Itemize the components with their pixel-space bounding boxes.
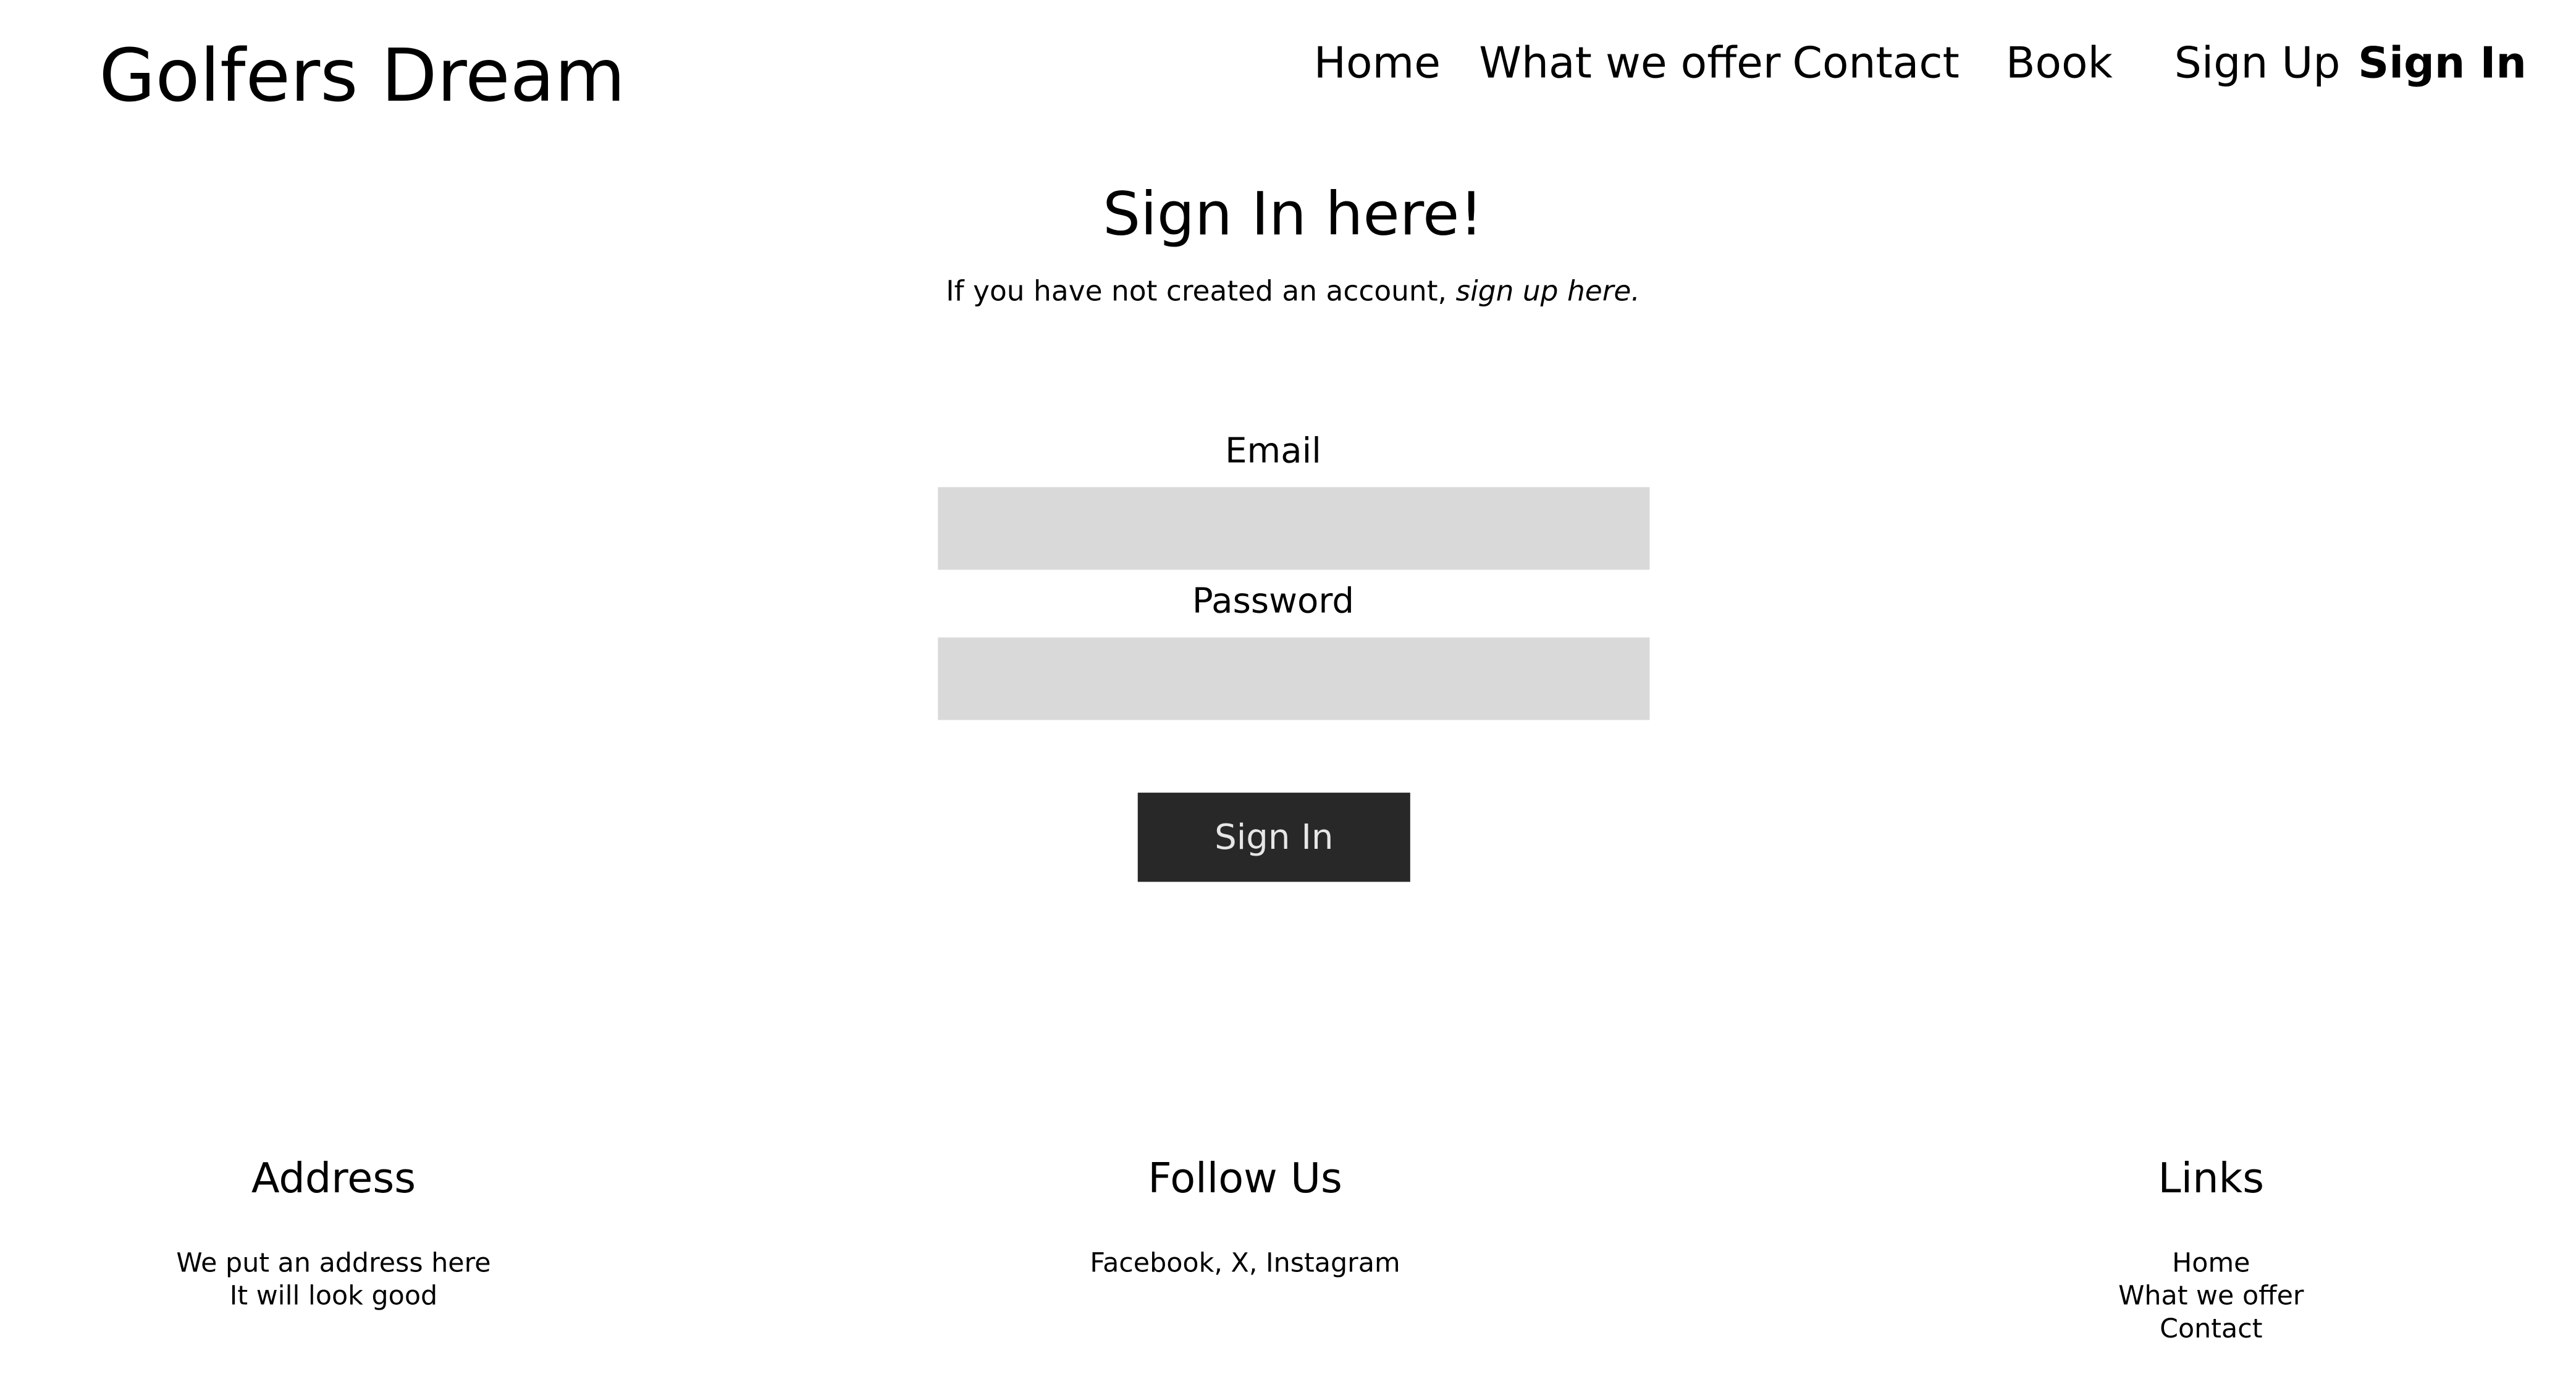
footer-link-what-we-offer[interactable]: What we offer [2118,1280,2304,1313]
footer-follow: Follow Us Facebook, X, Instagram [1090,1151,1400,1280]
nav-link-sign-in[interactable]: Sign In [2358,36,2527,93]
page: Golfers Dream Home What we offer Contact… [0,0,2576,1387]
footer-address: Address We put an address here It will l… [176,1151,490,1313]
footer-follow-body: Facebook, X, Instagram [1090,1247,1400,1279]
email-label: Email [1225,431,1321,471]
footer-follow-heading: Follow Us [1148,1154,1342,1203]
nav-link-home[interactable]: Home [1314,36,1441,93]
password-field[interactable] [938,637,1650,720]
page-title: Sign In here! [1103,182,1483,250]
nav-link-contact[interactable]: Contact [1792,36,1959,93]
footer-link-home[interactable]: Home [2118,1247,2304,1279]
footer-address-body: We put an address here It will look good [176,1247,490,1313]
sign-up-prompt-text: If you have not created an account, [946,276,1456,309]
footer-social-links: Facebook, X, Instagram [1090,1247,1400,1278]
footer-link-contact[interactable]: Contact [2118,1313,2304,1346]
sign-up-prompt: If you have not created an account, sign… [946,272,1640,312]
nav-link-sign-up[interactable]: Sign Up [2174,36,2341,93]
footer-links-heading: Links [2158,1154,2265,1203]
footer-address-line: It will look good [229,1279,438,1312]
footer-links-list: Home What we offer Contact [2118,1247,2304,1346]
nav-link-what-we-offer[interactable]: What we offer [1479,36,1780,93]
sign-in-button[interactable]: Sign In [1137,793,1410,882]
footer-address-line: We put an address here [176,1247,491,1278]
footer-links: Links Home What we offer Contact [2118,1151,2304,1346]
email-field[interactable] [938,487,1650,570]
site-brand: Golfers Dream [99,35,626,119]
password-label: Password [1192,581,1355,621]
footer-address-heading: Address [251,1154,416,1203]
sign-up-link[interactable]: sign up here. [1455,276,1639,308]
nav-link-book[interactable]: Book [2006,36,2113,93]
